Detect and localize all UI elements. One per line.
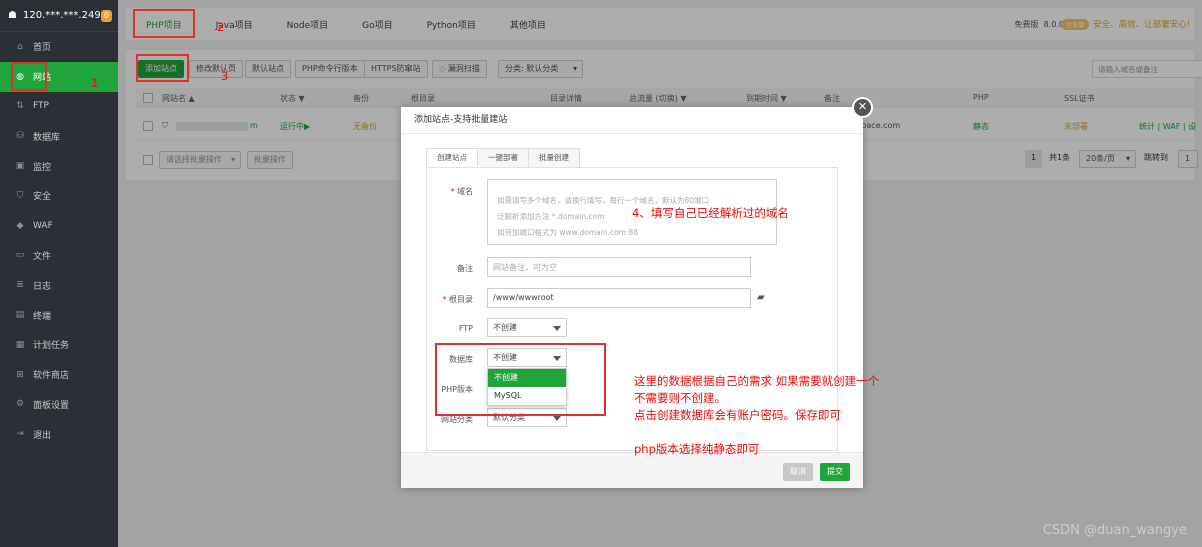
home-icon: ⌂ (17, 41, 23, 52)
sidebar-item-security[interactable]: ⛉ 安全 (0, 181, 118, 211)
sidebar-item-database[interactable]: ⛁ 数据库 (0, 121, 118, 151)
remark-label: 备注 (457, 264, 473, 273)
tab-one-click-deploy[interactable]: 一键部署 (477, 148, 529, 168)
monitor-icon: ▣ (15, 161, 25, 172)
logout-icon: ⇥ (16, 429, 24, 440)
sidebar-item-monitor[interactable]: ▣ 监控 (0, 151, 118, 181)
log-icon: ≣ (16, 280, 24, 291)
dialog-title: 添加站点-支持批量建站 (401, 107, 863, 134)
sidebar-item-logs[interactable]: ≣ 日志 (0, 270, 118, 300)
tab-batch-create[interactable]: 批量创建 (528, 148, 580, 168)
sidebar-item-terminal[interactable]: ▤ 终端 (0, 300, 118, 330)
annotation-db-note-3: 点击创建数据库会有账户密码。保存即可 (634, 408, 841, 422)
annotation-4: 4、填写自己已经解析过的域名 (632, 206, 789, 220)
annotation-2: 2 (217, 20, 225, 34)
server-ip: 120.***.***.249 (22, 10, 101, 21)
cancel-button[interactable]: 取消 (783, 463, 813, 481)
server-icon: ☗ (8, 10, 17, 21)
dialog-footer: 取消 提交 (401, 452, 863, 488)
sidebar-item-waf[interactable]: ◆ WAF (0, 211, 118, 241)
waf-icon: ◆ (16, 220, 24, 231)
chevron-down-icon (553, 326, 561, 331)
remark-input[interactable]: 网站备注，可为空 (487, 257, 751, 277)
highlight-box-database (435, 343, 606, 416)
annotation-db-note-1: 这里的数据根据自己的需求 如果需要就创建一个 (634, 374, 880, 388)
domain-label: * 域名 (450, 187, 473, 196)
sidebar-item-ftp[interactable]: ⇅ FTP (0, 92, 118, 122)
apps-icon: ⊞ (16, 369, 24, 380)
sidebar-item-cron[interactable]: ▦ 计划任务 (0, 330, 118, 360)
submit-button[interactable]: 提交 (820, 463, 850, 481)
annotation-3: 3 (221, 69, 229, 83)
ftp-icon: ⇅ (16, 101, 24, 112)
tab-create-site[interactable]: 创建站点 (426, 148, 478, 168)
calendar-icon: ▦ (15, 339, 25, 350)
root-input[interactable]: /www/wwwroot (487, 288, 751, 308)
domain-hint-3: 如另加端口格式为 www.domain.com:88 (497, 228, 639, 237)
chevron-down-icon (553, 416, 561, 421)
ftp-select[interactable]: 不创建 (487, 318, 567, 337)
sidebar-item-files[interactable]: ▭ 文件 (0, 241, 118, 271)
folder-icon[interactable]: ▰ (757, 292, 765, 303)
sidebar-item-settings[interactable]: ⚙ 面板设置 (0, 390, 118, 420)
root-label: * 根目录 (442, 295, 473, 304)
sidebar-item-logout[interactable]: ⇥ 退出 (0, 419, 118, 449)
sidebar-item-store[interactable]: ⊞ 软件商店 (0, 360, 118, 390)
annotation-1: 1 (91, 76, 99, 90)
dialog-tabs: 创建站点 一键部署 批量创建 (426, 148, 580, 168)
shield-icon: ⛉ (16, 190, 24, 201)
database-icon: ⛁ (16, 131, 24, 142)
server-header: ☗ 120.***.***.249 0 (0, 0, 118, 32)
sidebar-item-home[interactable]: ⌂ 首页 (0, 32, 118, 62)
watermark: CSDN @duan_wangye (1042, 523, 1187, 538)
add-site-dialog: 添加站点-支持批量建站 ✕ 创建站点 一键部署 批量创建 * 域名 如需填写多个… (401, 97, 873, 488)
message-badge[interactable]: 0 (100, 9, 112, 22)
highlight-box-website (11, 62, 47, 91)
close-icon[interactable]: ✕ (852, 97, 873, 118)
annotation-db-note-2: 不需要则不创建。 (634, 391, 726, 405)
highlight-box-add-site (136, 54, 189, 82)
highlight-box-php-tab (133, 9, 195, 38)
terminal-icon: ▤ (15, 310, 25, 321)
folder-icon: ▭ (15, 250, 25, 261)
annotation-php-note: php版本选择纯静态即可 (634, 442, 760, 456)
settings-icon: ⚙ (15, 399, 25, 410)
ftp-label: FTP (458, 324, 473, 333)
